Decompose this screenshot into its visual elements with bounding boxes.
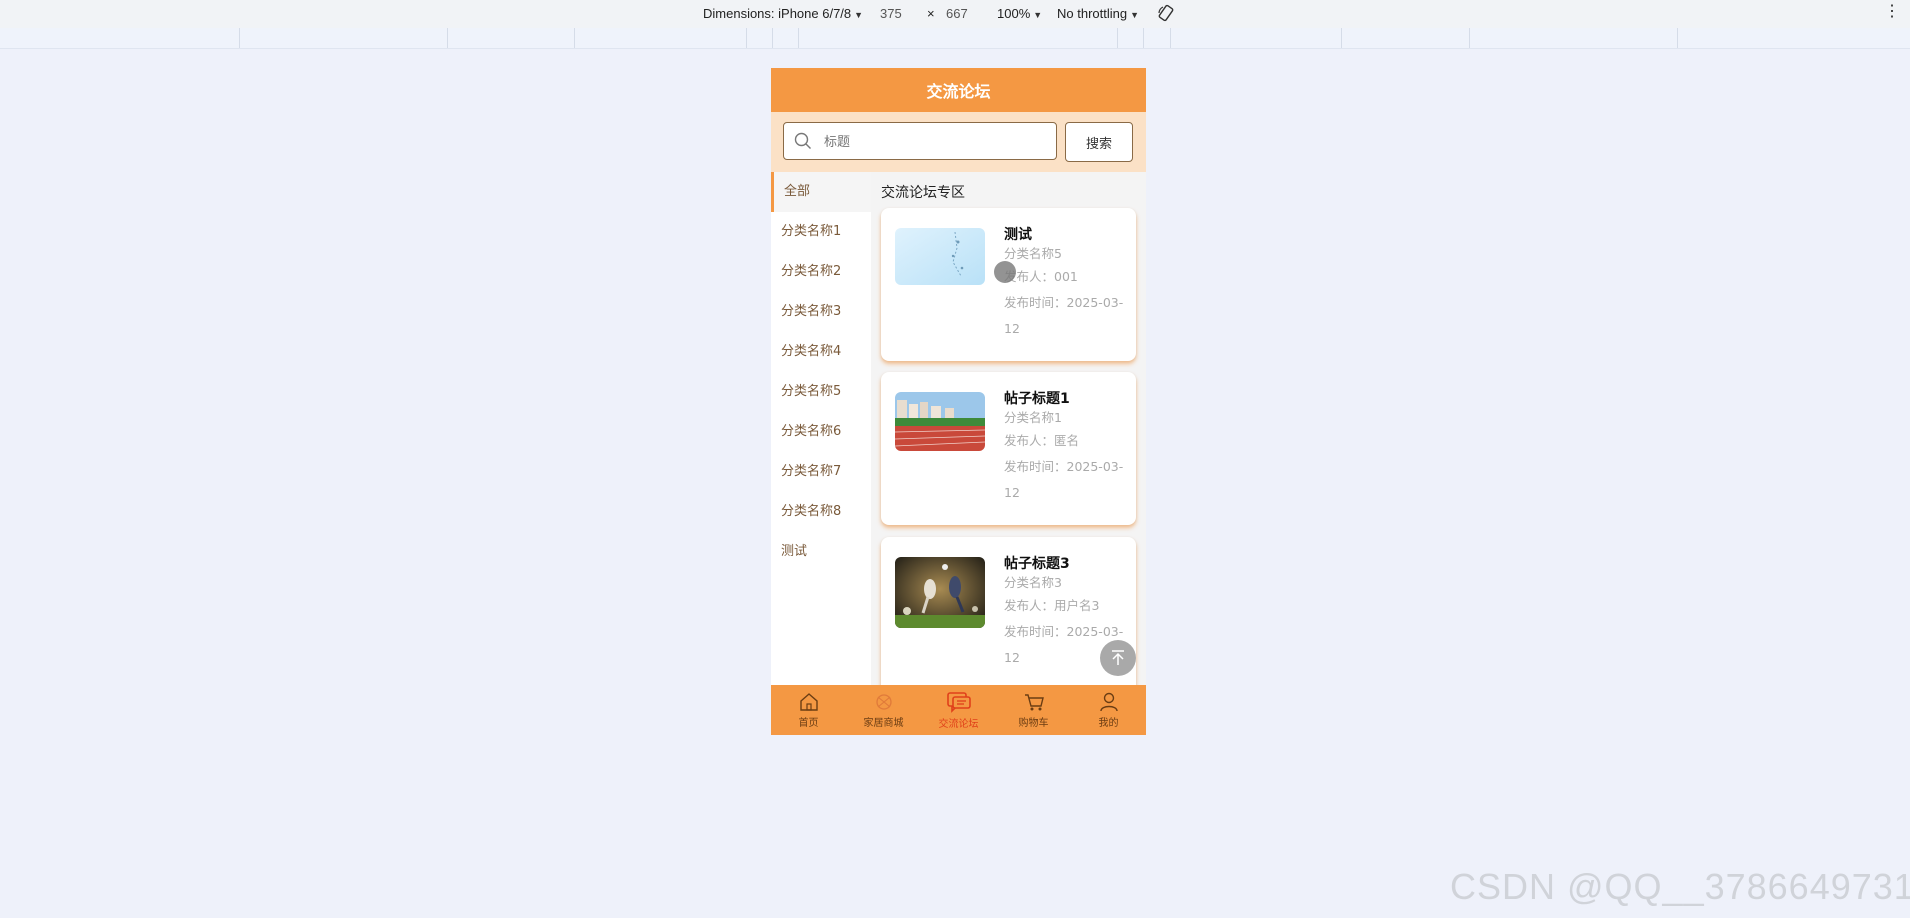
post-thumbnail bbox=[895, 392, 985, 451]
category-item[interactable]: 分类名称1 bbox=[771, 212, 871, 252]
post-author: 发布人：用户名3 bbox=[1004, 598, 1100, 613]
chevron-down-icon: ▼ bbox=[1033, 10, 1043, 20]
tab-mall[interactable]: 家居商城 bbox=[846, 685, 921, 735]
tab-label: 交流论坛 bbox=[938, 718, 979, 730]
phone-viewport: 交流论坛 搜索 全部 分类名称1 分类名称2 分类名称3 分类名称4 分类名称5… bbox=[771, 68, 1146, 735]
devtools-toolbar: Dimensions: iPhone 6/7/8 ▼ 375 × 667 100%… bbox=[0, 0, 1910, 29]
tab-mine[interactable]: 我的 bbox=[1071, 685, 1146, 735]
page-title: 交流论坛 bbox=[771, 68, 1146, 112]
search-input[interactable] bbox=[822, 129, 1046, 155]
media-query-ruler bbox=[0, 28, 1910, 49]
post-author: 发布人：匿名 bbox=[1004, 433, 1080, 448]
category-item[interactable]: 测试 bbox=[771, 532, 871, 572]
post-category: 分类名称3 bbox=[1004, 575, 1062, 590]
post-category: 分类名称5 bbox=[1004, 246, 1062, 261]
post-time: 发布时间：2025-03-12 bbox=[1004, 459, 1124, 500]
rotate-icon[interactable] bbox=[1157, 4, 1175, 25]
tab-label: 我的 bbox=[1098, 717, 1119, 729]
tab-label: 家居商城 bbox=[863, 717, 904, 729]
tab-cart[interactable]: 购物车 bbox=[996, 685, 1071, 735]
post-info: 帖子标题1 分类名称1 发布人：匿名 发布时间：2025-03-12 bbox=[1004, 388, 1124, 506]
post-thumbnail bbox=[895, 557, 985, 628]
cart-icon bbox=[1024, 693, 1044, 710]
chevron-down-icon: ▼ bbox=[1130, 10, 1140, 20]
times-sign: × bbox=[927, 6, 935, 21]
tab-home[interactable]: 首页 bbox=[771, 685, 846, 735]
forum-icon bbox=[946, 691, 971, 713]
search-button[interactable]: 搜索 bbox=[1065, 122, 1133, 162]
post-card[interactable]: 帖子标题1 分类名称1 发布人：匿名 发布时间：2025-03-12 bbox=[881, 372, 1136, 525]
search-icon bbox=[794, 132, 812, 154]
search-field[interactable] bbox=[783, 122, 1057, 160]
post-card[interactable]: 测试 分类名称5 发布人：001 发布时间：2025-03-12 bbox=[881, 208, 1136, 361]
category-item[interactable]: 分类名称5 bbox=[771, 372, 871, 412]
device-label: Dimensions: iPhone 6/7/8 bbox=[703, 6, 852, 21]
category-sidebar: 全部 分类名称1 分类名称2 分类名称3 分类名称4 分类名称5 分类名称6 分… bbox=[771, 172, 871, 685]
post-list-area: 交流论坛专区 测试 分类名称5 发布人：001 发布时间：2025-03-12 bbox=[871, 172, 1146, 685]
back-to-top-button[interactable] bbox=[1100, 640, 1136, 676]
throttling-label: No throttling bbox=[1057, 6, 1128, 21]
post-title: 帖子标题3 bbox=[1004, 556, 1070, 572]
zoom-label: 100% bbox=[997, 6, 1031, 21]
width-input[interactable]: 375 bbox=[880, 6, 902, 21]
zoom-select[interactable]: 100% ▼ bbox=[997, 6, 1042, 21]
chevron-down-icon: ▼ bbox=[854, 10, 864, 20]
tab-label: 购物车 bbox=[1018, 717, 1049, 729]
touch-cursor bbox=[994, 261, 1016, 283]
category-item[interactable]: 分类名称8 bbox=[771, 492, 871, 532]
post-time: 发布时间：2025-03-12 bbox=[1004, 295, 1124, 336]
watermark: CSDN @QQ__3786649731 bbox=[1450, 866, 1910, 907]
post-thumbnail bbox=[895, 228, 985, 285]
post-card[interactable]: 帖子标题3 分类名称3 发布人：用户名3 发布时间：2025-03-12 bbox=[881, 537, 1136, 685]
category-item[interactable]: 分类名称6 bbox=[771, 412, 871, 452]
post-info: 测试 分类名称5 发布人：001 发布时间：2025-03-12 bbox=[1004, 224, 1124, 342]
bottom-tab-bar: 首页 家居商城 交流论坛 购物车 我的 bbox=[771, 685, 1146, 735]
category-item[interactable]: 分类名称3 bbox=[771, 292, 871, 332]
home-icon bbox=[799, 692, 818, 711]
post-title: 帖子标题1 bbox=[1004, 391, 1070, 407]
post-author: 发布人：001 bbox=[1004, 269, 1078, 284]
category-item[interactable]: 分类名称2 bbox=[771, 252, 871, 292]
section-title: 交流论坛专区 bbox=[881, 185, 965, 201]
device-select[interactable]: Dimensions: iPhone 6/7/8 ▼ bbox=[703, 6, 863, 21]
search-bar: 搜索 bbox=[771, 112, 1146, 172]
category-item-all[interactable]: 全部 bbox=[771, 172, 871, 212]
tab-forum[interactable]: 交流论坛 bbox=[921, 685, 996, 735]
arrow-up-icon bbox=[1112, 650, 1124, 665]
post-title: 测试 bbox=[1004, 227, 1032, 243]
height-input[interactable]: 667 bbox=[946, 6, 968, 21]
tab-label: 首页 bbox=[798, 717, 819, 729]
more-options-icon[interactable]: ⋮ bbox=[1884, 4, 1900, 20]
throttling-select[interactable]: No throttling ▼ bbox=[1057, 6, 1139, 21]
category-item[interactable]: 分类名称7 bbox=[771, 452, 871, 492]
user-icon bbox=[1099, 692, 1118, 711]
post-category: 分类名称1 bbox=[1004, 410, 1062, 425]
category-item[interactable]: 分类名称4 bbox=[771, 332, 871, 372]
mall-icon bbox=[875, 693, 892, 710]
